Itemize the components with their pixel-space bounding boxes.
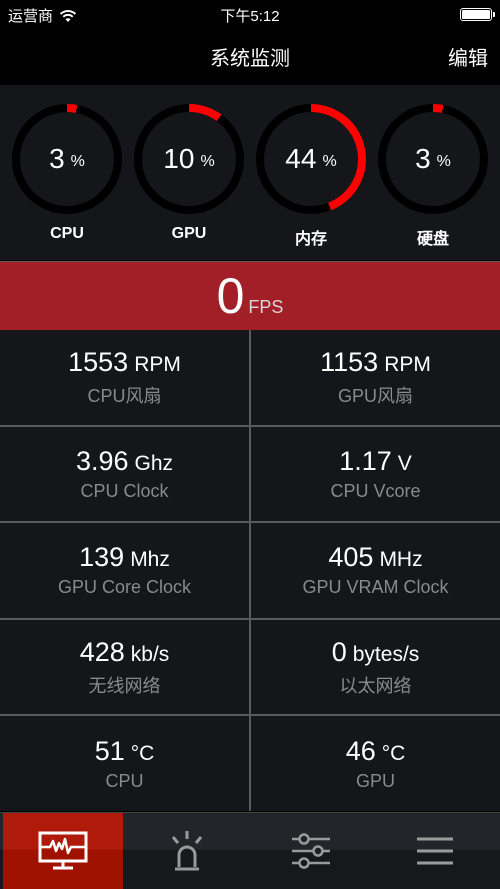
metric-cpu-vcore[interactable]: 1.17 V CPU Vcore xyxy=(251,426,500,522)
metric-unit: MHz xyxy=(379,548,423,572)
gauge-value: 10 % xyxy=(133,103,245,215)
metric-label: CPU xyxy=(105,770,144,791)
metric-unit: RPM xyxy=(384,352,431,376)
hamburger-menu-icon xyxy=(417,837,453,865)
metric-number: 139 xyxy=(79,542,125,573)
gauge-ring: 10 % xyxy=(133,103,245,215)
tab-menu[interactable] xyxy=(375,813,495,889)
metric-value: 51 °C xyxy=(95,736,155,767)
gauge-unit: % xyxy=(70,153,85,170)
gauge-label: 内存 xyxy=(294,231,327,248)
gauge-number: 3 xyxy=(49,143,65,174)
metric-number: 1553 xyxy=(68,346,129,377)
metric-number: 46 xyxy=(345,735,376,766)
tab-monitor[interactable] xyxy=(3,813,123,889)
metric-label: CPU Clock xyxy=(80,480,169,501)
status-time: 下午5:12 xyxy=(220,8,280,25)
page-title: 系统监测 xyxy=(210,48,290,70)
metric-unit: V xyxy=(397,451,412,475)
gauge-label: 硬盘 xyxy=(416,231,449,248)
tab-alerts[interactable] xyxy=(127,813,247,889)
metric-cpu-fan[interactable]: 1553 RPM CPU风扇 xyxy=(0,330,249,425)
gauge-unit: % xyxy=(436,153,451,170)
gauge-value: 44 % xyxy=(255,103,367,215)
metric-unit: RPM xyxy=(134,352,181,376)
metric-label: GPU VRAM Clock xyxy=(302,577,449,598)
metric-cpu-clock[interactable]: 3.96 Ghz CPU Clock xyxy=(0,426,249,522)
metric-value: 1553 RPM xyxy=(68,347,181,378)
fps-unit: FPS xyxy=(248,296,284,317)
metric-value: 405 MHz xyxy=(328,542,422,573)
metrics-grid: 1553 RPM CPU风扇 1153 RPM GPU风扇 3.96 Ghz C… xyxy=(0,330,500,811)
metric-cpu-temperature[interactable]: 51 °C CPU xyxy=(0,716,249,811)
metric-number: 405 xyxy=(328,542,374,573)
metric-value: 139 Mhz xyxy=(79,542,170,573)
gauge-ring: 3 % xyxy=(377,103,489,215)
metric-label: GPU xyxy=(355,770,395,791)
metric-ethernet-network[interactable]: 0 bytes/s 以太网络 xyxy=(251,619,500,715)
metric-value: 46 °C xyxy=(346,736,406,767)
metric-wifi-network[interactable]: 428 kb/s 无线网络 xyxy=(0,619,249,715)
status-bar: 运营商 下午5:12 xyxy=(0,0,500,28)
tab-settings[interactable] xyxy=(251,813,371,889)
metric-unit: bytes/s xyxy=(352,642,420,666)
gauge-gpu[interactable]: 10 % GPU xyxy=(133,85,245,260)
gauge-number: 3 xyxy=(415,143,431,174)
metric-gpu-fan[interactable]: 1153 RPM GPU风扇 xyxy=(251,330,500,425)
metric-label: GPU风扇 xyxy=(337,385,413,406)
monitor-pulse-icon xyxy=(38,831,88,870)
metric-label: 无线网络 xyxy=(88,675,161,696)
battery-icon xyxy=(460,8,495,21)
tab-bar xyxy=(0,812,500,889)
metric-number: 1.17 xyxy=(339,445,392,476)
metric-value: 3.96 Ghz xyxy=(76,446,173,477)
metric-value: 428 kb/s xyxy=(80,637,170,668)
gauge-unit: % xyxy=(200,153,215,170)
metric-label: CPU风扇 xyxy=(87,385,162,406)
metric-gpu-temperature[interactable]: 46 °C GPU xyxy=(251,716,500,811)
gauge-memory[interactable]: 44 % 内存 xyxy=(255,85,367,260)
metric-unit: Ghz xyxy=(134,451,174,475)
edit-button[interactable]: 编辑 xyxy=(448,42,488,71)
gauge-ring: 44 % xyxy=(255,103,367,215)
gauge-disk[interactable]: 3 % 硬盘 xyxy=(377,85,489,260)
gauge-number: 44 xyxy=(285,143,317,174)
metric-unit: °C xyxy=(381,741,406,765)
metric-number: 0 xyxy=(331,636,347,667)
metric-number: 1153 xyxy=(320,346,379,377)
metric-label: GPU Core Clock xyxy=(57,577,192,598)
metric-value: 1.17 V xyxy=(339,446,412,477)
gauge-cpu[interactable]: 3 % CPU xyxy=(11,85,123,260)
fps-banner: 0 FPS xyxy=(0,261,500,330)
metric-number: 428 xyxy=(79,636,125,667)
gauge-ring: 3 % xyxy=(11,103,123,215)
gauge-number: 10 xyxy=(163,143,195,174)
gauge-value: 3 % xyxy=(377,103,489,215)
sliders-icon xyxy=(292,833,330,869)
navigation-bar: 系统监测 编辑 xyxy=(0,28,500,85)
metric-number: 3.96 xyxy=(75,445,129,476)
metric-label: CPU Vcore xyxy=(330,480,421,501)
fps-value: 0 xyxy=(216,268,245,324)
alarm-siren-icon xyxy=(171,831,203,871)
metric-gpu-core-clock[interactable]: 139 Mhz GPU Core Clock xyxy=(0,523,249,618)
gauge-value: 3 % xyxy=(11,103,123,215)
metric-unit: °C xyxy=(130,741,155,765)
metric-number: 51 xyxy=(94,735,125,766)
metric-value: 0 bytes/s xyxy=(332,637,420,668)
metric-unit: kb/s xyxy=(130,642,170,666)
gauge-unit: % xyxy=(322,153,337,170)
usage-gauges: 3 % CPU 10 % GPU 44 % 内存 3 % 硬盘 xyxy=(0,85,500,260)
gauge-label: GPU xyxy=(171,225,207,242)
metric-unit: Mhz xyxy=(130,548,170,572)
metric-label: 以太网络 xyxy=(339,675,412,696)
gauge-label: CPU xyxy=(50,225,84,242)
metric-gpu-vram-clock[interactable]: 405 MHz GPU VRAM Clock xyxy=(251,523,500,618)
metric-value: 1153 RPM xyxy=(320,347,431,378)
